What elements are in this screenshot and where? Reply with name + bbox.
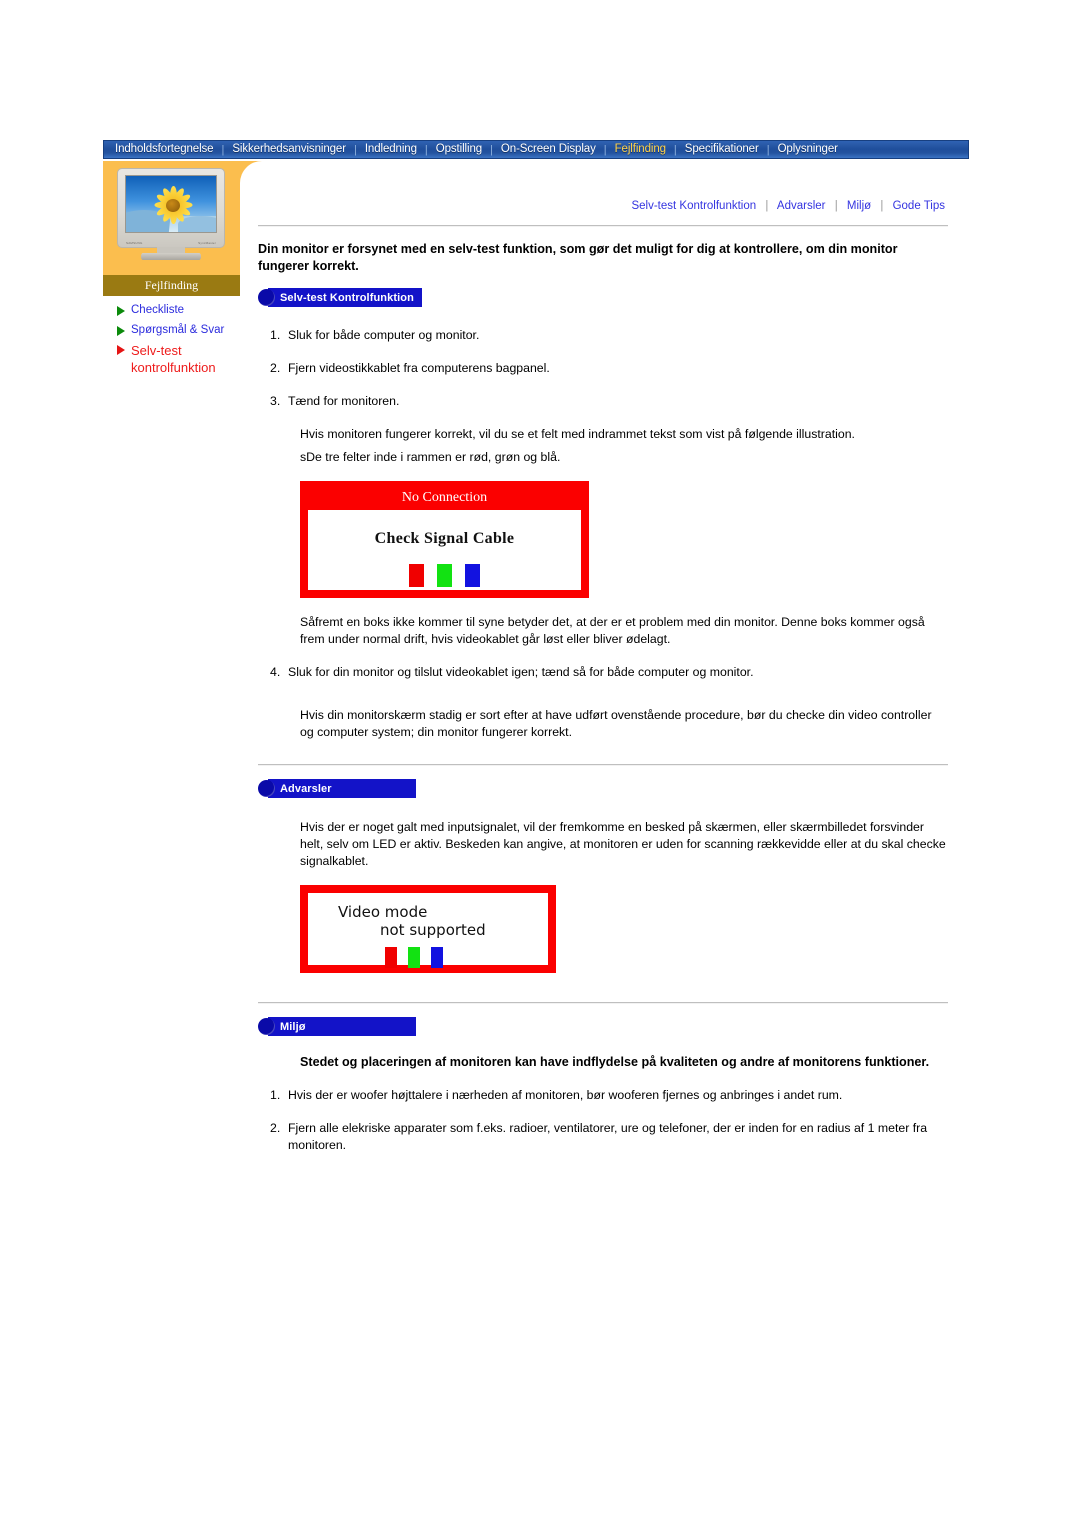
nav-item-specifikationer[interactable]: Specifikationer: [678, 141, 766, 158]
sidebar: SAMSUNG SyncMaster Fejlfinding Checkliste…: [103, 161, 262, 380]
sidebar-item-selvtest-kontrolfunktion[interactable]: Selv-test kontrolfunktion: [103, 342, 240, 380]
nav-separator: |: [603, 143, 607, 156]
sidebar-section-caption: Fejlfinding: [103, 275, 240, 296]
sidebar-item-label: Checkliste: [131, 304, 185, 316]
list-text: Hvis der er woofer højttalere i nærheden…: [288, 1088, 843, 1102]
divider-warnings: [258, 764, 948, 766]
divider-environment: [258, 1002, 948, 1004]
list-item: 1. Hvis der er woofer højttalere i nærhe…: [258, 1087, 970, 1104]
bullet-circle-icon: [258, 780, 275, 797]
section-heading-advarsler: Advarsler: [258, 779, 416, 798]
video-mode-message-image: Video mode not supported: [300, 885, 556, 973]
bullet-circle-icon: [258, 289, 275, 306]
list-number: 3.: [270, 394, 281, 408]
list-number: 2.: [270, 1121, 281, 1135]
sidebar-link-list: Checkliste Spørgsmål & Svar Selv-test ko…: [103, 296, 240, 380]
swatch-green: [408, 947, 420, 968]
main-navigation-bar[interactable]: Indholdsfortegnelse | Sikkerhedsanvisnin…: [103, 140, 969, 159]
nav-separator: |: [353, 143, 357, 156]
rgb-swatch-row: [308, 947, 548, 968]
nav-separator: |: [424, 143, 428, 156]
nav-item-fejlfinding[interactable]: Fejlfinding: [608, 141, 673, 158]
no-connection-title: No Connection: [401, 490, 488, 505]
bullet-circle-icon: [258, 1018, 275, 1035]
nav-separator: |: [766, 143, 770, 156]
main-content: Selv-test Kontrolfunktion | Advarsler | …: [258, 200, 970, 1154]
swatch-red: [409, 564, 424, 587]
video-mode-line1: Video mode: [338, 903, 428, 921]
list-text: Sluk for både computer og monitor.: [288, 328, 480, 342]
list-number: 2.: [270, 361, 281, 375]
nav-item-indledning[interactable]: Indledning: [358, 141, 424, 158]
page-lead-text: Din monitor er forsynet med en selv-test…: [258, 242, 898, 273]
swatch-red: [385, 947, 397, 968]
environment-bold-paragraph: Stedet og placeringen af monitoren kan h…: [300, 1055, 930, 1069]
selftest-step-list: 1. Sluk for både computer og monitor. 2.…: [258, 327, 970, 410]
nav-item-sikkerhedsanvisninger[interactable]: Sikkerhedsanvisninger: [225, 141, 353, 158]
swatch-blue: [465, 564, 480, 587]
sidebar-item-label: Selv-test kontrolfunktion: [131, 343, 216, 375]
rgb-swatch-row: [308, 564, 581, 587]
breadcrumb-link-advarsler[interactable]: Advarsler: [777, 200, 826, 212]
list-item: 2. Fjern alle elekriske apparater som f.…: [258, 1120, 970, 1154]
section-heading-selvtest: Selv-test Kontrolfunktion: [258, 288, 422, 307]
sidebar-item-label: Spørgsmål & Svar: [131, 323, 225, 336]
list-number: 1.: [270, 328, 281, 342]
monitor-screen: [125, 175, 217, 233]
monitor-illustration-icon: SAMSUNG SyncMaster: [117, 168, 225, 260]
swatch-green: [437, 564, 452, 587]
video-mode-inner-panel: Video mode not supported: [308, 893, 548, 968]
sidebar-illustration-panel: SAMSUNG SyncMaster: [103, 161, 262, 275]
nav-separator: |: [490, 143, 493, 156]
breadcrumb-link-miljo[interactable]: Miljø: [847, 200, 871, 212]
list-item: 3. Tænd for monitoren.: [258, 393, 970, 410]
breadcrumb-separator: |: [880, 200, 884, 212]
nav-item-on-screen-display[interactable]: On-Screen Display: [494, 141, 603, 158]
nav-separator: |: [221, 143, 225, 156]
no-connection-inner-panel: Check Signal Cable: [308, 510, 581, 590]
no-connection-message-image: No Connection Check Signal Cable: [300, 481, 589, 598]
breadcrumb-link-selvtest[interactable]: Selv-test Kontrolfunktion: [631, 200, 756, 212]
selftest-paragraph-after-image: Såfremt en boks ikke kommer til syne bet…: [300, 615, 925, 646]
list-number: 1.: [270, 1088, 281, 1102]
monitor-base: [141, 253, 201, 260]
list-text: Tænd for monitoren.: [288, 394, 400, 408]
nav-item-oplysninger[interactable]: Oplysninger: [771, 141, 845, 158]
list-number: 4.: [270, 665, 281, 679]
selftest-note-b: sDe tre felter inde i rammen er rød, grø…: [300, 450, 561, 464]
list-item: 1. Sluk for både computer og monitor.: [258, 327, 970, 344]
divider-top: [258, 225, 948, 227]
section-heading-label: Advarsler: [280, 782, 332, 795]
list-text: Fjern alle elekriske apparater som f.eks…: [288, 1121, 928, 1152]
warnings-paragraph: Hvis der er noget galt med inputsignalet…: [300, 820, 946, 868]
nav-item-indholdsfortegnelse[interactable]: Indholdsfortegnelse: [108, 141, 220, 158]
list-text: Sluk for din monitor og tilslut videokab…: [288, 665, 754, 679]
selftest-closing-paragraph: Hvis din monitorskærm stadig er sort eft…: [300, 708, 932, 739]
list-item: 4. Sluk for din monitor og tilslut video…: [258, 664, 970, 681]
section-heading-miljo: Miljø: [258, 1017, 416, 1036]
sunflower-icon: [152, 184, 194, 226]
nav-item-opstilling[interactable]: Opstilling: [429, 141, 489, 158]
section-heading-label: Miljø: [280, 1020, 306, 1033]
sidebar-item-checkliste[interactable]: Checkliste: [103, 303, 240, 323]
breadcrumb-separator: |: [765, 200, 769, 212]
triangle-bullet-icon: [117, 325, 125, 336]
selftest-note-a: Hvis monitoren fungerer korrekt, vil du …: [300, 427, 855, 441]
environment-list: 1. Hvis der er woofer højttalere i nærhe…: [258, 1087, 970, 1154]
video-mode-line2: not supported: [380, 921, 486, 939]
section-heading-label: Selv-test Kontrolfunktion: [280, 291, 414, 304]
breadcrumb-separator: |: [834, 200, 838, 212]
sidebar-item-sporgsmal-svar[interactable]: Spørgsmål & Svar: [103, 323, 240, 343]
triangle-bullet-icon: [117, 345, 125, 355]
check-signal-cable-text: Check Signal Cable: [374, 530, 515, 547]
list-item: 2. Fjern videostikkablet fra computerens…: [258, 360, 970, 377]
nav-separator: |: [673, 143, 677, 156]
swatch-blue: [431, 947, 443, 968]
list-text: Fjern videostikkablet fra computerens ba…: [288, 361, 550, 375]
triangle-bullet-icon: [117, 306, 125, 316]
breadcrumb-link-gode-tips[interactable]: Gode Tips: [893, 200, 945, 212]
monitor-brand-strip: SAMSUNG SyncMaster: [126, 241, 216, 245]
selftest-step4-list: 4. Sluk for din monitor og tilslut video…: [258, 664, 970, 681]
breadcrumb: Selv-test Kontrolfunktion | Advarsler | …: [258, 200, 970, 212]
